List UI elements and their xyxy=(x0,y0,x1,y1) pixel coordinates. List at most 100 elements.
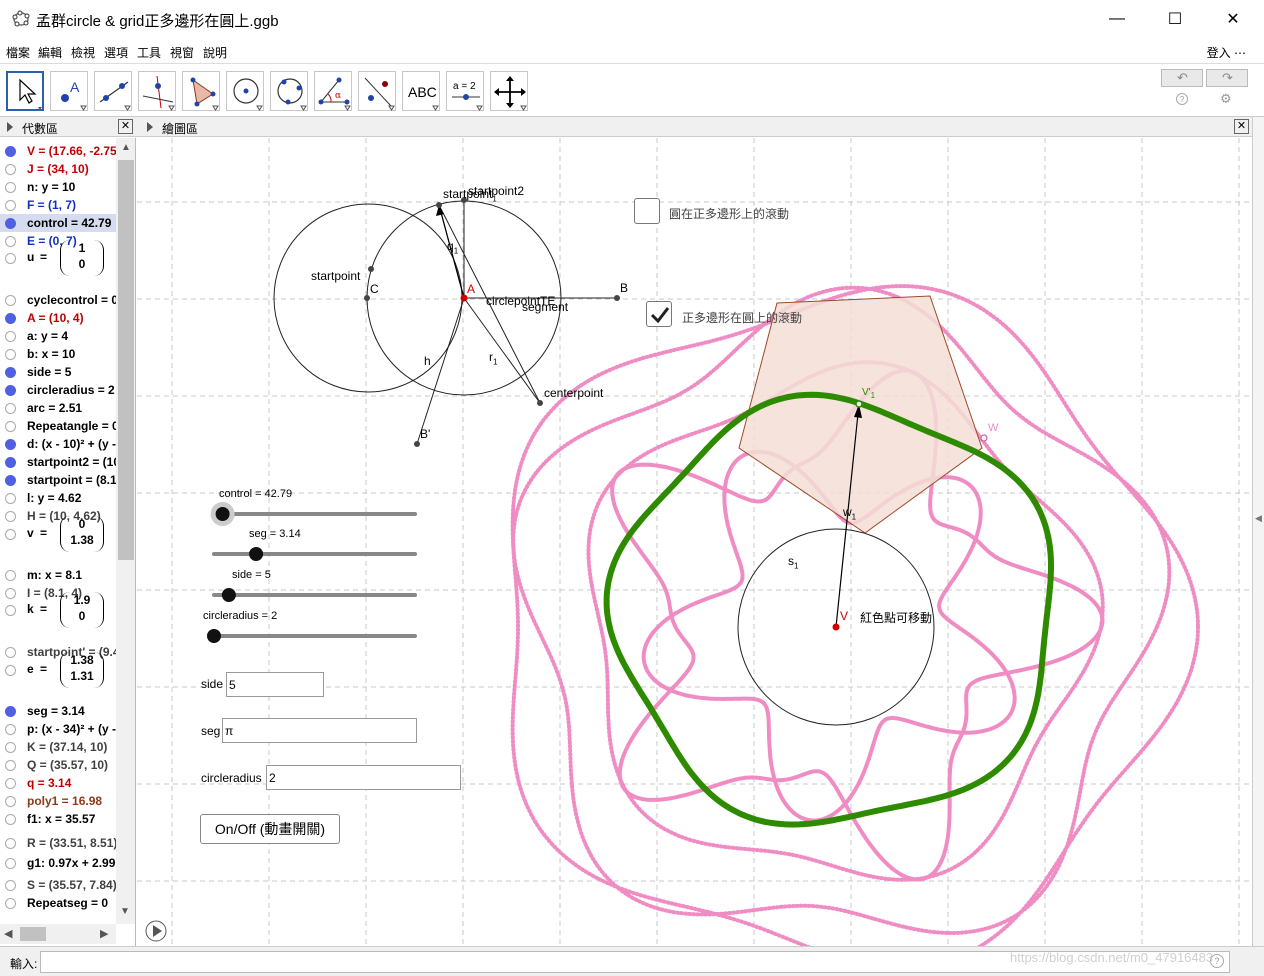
algebra-row[interactable]: startpoint = (8.1 xyxy=(0,471,116,489)
line-tool-button[interactable] xyxy=(94,71,132,111)
input-seg-field[interactable]: π xyxy=(222,718,417,743)
algebra-row[interactable]: A = (10, 4) xyxy=(0,309,116,327)
algebra-row[interactable]: n: y = 10 xyxy=(0,178,116,196)
algebra-row[interactable]: cyclecontrol = 0 xyxy=(0,291,116,309)
input-side-field[interactable]: 5 xyxy=(226,672,324,697)
visibility-toggle-icon[interactable] xyxy=(5,723,16,735)
scrollbar-thumb[interactable] xyxy=(118,160,134,560)
algebra-row[interactable]: arc = 2.51 xyxy=(0,399,116,417)
visibility-toggle-icon[interactable] xyxy=(5,366,16,378)
algebra-row[interactable]: f1: x = 35.57 xyxy=(0,810,116,828)
close-graphics-panel-button[interactable]: ✕ xyxy=(1234,119,1249,134)
circle-three-points-tool-button[interactable] xyxy=(270,71,308,111)
visibility-toggle-icon[interactable] xyxy=(5,456,16,468)
visibility-toggle-icon[interactable] xyxy=(5,795,16,807)
point-V[interactable] xyxy=(832,623,840,631)
algebra-row[interactable]: Repeatseg = 0 xyxy=(0,894,116,912)
point-B-prime[interactable] xyxy=(414,441,420,447)
visibility-toggle-icon[interactable] xyxy=(5,528,16,540)
algebra-row[interactable]: m: x = 8.1 xyxy=(0,566,116,584)
algebra-row[interactable]: p: (x - 34)² + (y - xyxy=(0,720,116,738)
checkbox-polygon-on-circle[interactable] xyxy=(646,301,672,327)
visibility-toggle-icon[interactable] xyxy=(5,897,16,909)
menu-window[interactable]: 視窗 xyxy=(170,44,194,61)
visibility-toggle-icon[interactable] xyxy=(5,857,16,869)
gear-icon[interactable]: ⚙ xyxy=(1220,91,1232,107)
scroll-right-icon[interactable]: ▶ xyxy=(100,927,108,940)
undo-button[interactable]: ↶ xyxy=(1161,69,1203,87)
scrollbar-thumb[interactable] xyxy=(20,927,46,941)
algebra-row[interactable]: g1: 0.97x + 2.99 xyxy=(0,854,116,872)
expand-triangle-icon[interactable] xyxy=(7,122,13,132)
algebra-row[interactable]: Repeatangle = 0 xyxy=(0,417,116,435)
login-link[interactable]: 登入 ⋯ xyxy=(1207,44,1246,61)
visibility-toggle-icon[interactable] xyxy=(5,777,16,789)
segment-h[interactable] xyxy=(416,297,465,445)
point-startpoint[interactable] xyxy=(368,266,374,272)
visibility-toggle-icon[interactable] xyxy=(5,474,16,486)
algebra-row[interactable]: u = 1 0 xyxy=(0,240,116,276)
visibility-toggle-icon[interactable] xyxy=(5,420,16,432)
visibility-toggle-icon[interactable] xyxy=(5,348,16,360)
visibility-toggle-icon[interactable] xyxy=(5,330,16,342)
slider-tool-button[interactable]: a = 2 xyxy=(446,71,484,111)
menu-view[interactable]: 檢視 xyxy=(71,44,95,61)
visibility-toggle-icon[interactable] xyxy=(5,181,16,193)
visibility-toggle-icon[interactable] xyxy=(5,879,16,891)
algebra-row[interactable]: V = (17.66, -2.75 xyxy=(0,142,116,160)
help-icon[interactable]: ? xyxy=(1176,93,1188,105)
visibility-toggle-icon[interactable] xyxy=(5,569,16,581)
input-circleradius-field[interactable]: 2 xyxy=(266,765,461,790)
visibility-toggle-icon[interactable] xyxy=(5,813,16,825)
scroll-down-icon[interactable]: ▼ xyxy=(120,906,130,917)
algebra-row[interactable]: e = 1.38 1.31 xyxy=(0,652,116,688)
point-tool-button[interactable]: A xyxy=(50,71,88,111)
angle-tool-button[interactable]: α xyxy=(314,71,352,111)
slider-knob[interactable] xyxy=(221,588,236,602)
slider-knob[interactable] xyxy=(215,507,230,521)
visibility-toggle-icon[interactable] xyxy=(5,294,16,306)
algebra-row[interactable]: v = 0 1.38 xyxy=(0,516,116,552)
algebra-row[interactable]: k = 1.9 0 xyxy=(0,592,116,628)
algebra-vertical-scrollbar[interactable]: ▲ ▼ xyxy=(116,138,135,924)
text-tool-button[interactable]: ABC xyxy=(402,71,440,111)
graphics-view[interactable]: startpoint1 startpoint2 startpoint C A B… xyxy=(137,138,1252,946)
visibility-toggle-icon[interactable] xyxy=(5,145,16,157)
slider-knob[interactable] xyxy=(207,629,221,643)
algebra-row[interactable]: poly1 = 16.98 xyxy=(0,792,116,810)
algebra-row[interactable]: seg = 3.14 xyxy=(0,702,116,720)
close-button[interactable]: ✕ xyxy=(1204,0,1262,38)
algebra-row[interactable]: S = (35.57, 7.84) xyxy=(0,876,116,894)
algebra-row[interactable]: J = (34, 10) xyxy=(0,160,116,178)
minimize-button[interactable]: — xyxy=(1088,0,1146,38)
reflect-tool-button[interactable] xyxy=(358,71,396,111)
expand-side-icon[interactable]: ◀ xyxy=(1255,513,1262,524)
close-algebra-panel-button[interactable]: ✕ xyxy=(118,119,133,134)
expand-triangle-icon[interactable] xyxy=(147,122,153,132)
visibility-toggle-icon[interactable] xyxy=(5,759,16,771)
visibility-toggle-icon[interactable] xyxy=(5,163,16,175)
algebra-row[interactable]: d: (x - 10)² + (y - xyxy=(0,435,116,453)
point-V-prime[interactable] xyxy=(855,400,863,408)
scroll-up-icon[interactable]: ▲ xyxy=(121,142,131,153)
algebra-row[interactable]: b: x = 10 xyxy=(0,345,116,363)
visibility-toggle-icon[interactable] xyxy=(5,384,16,396)
algebra-row[interactable]: R = (33.51, 8.51) xyxy=(0,834,116,852)
algebra-row[interactable]: F = (1, 7) xyxy=(0,196,116,214)
point-startpoint1[interactable] xyxy=(436,202,442,208)
point-W[interactable] xyxy=(980,434,988,442)
visibility-toggle-icon[interactable] xyxy=(5,492,16,504)
algebra-row[interactable]: circleradius = 2 xyxy=(0,381,116,399)
visibility-toggle-icon[interactable] xyxy=(5,604,16,616)
animation-toggle-button[interactable]: On/Off (動畫開關) xyxy=(200,814,340,844)
algebra-horizontal-scrollbar[interactable]: ◀ ▶ xyxy=(0,924,116,944)
visibility-toggle-icon[interactable] xyxy=(5,705,16,717)
menu-edit[interactable]: 編輯 xyxy=(38,44,62,61)
polygon-tool-button[interactable] xyxy=(182,71,220,111)
visibility-toggle-icon[interactable] xyxy=(5,217,16,229)
point-B[interactable] xyxy=(614,295,620,301)
algebra-row[interactable]: startpoint2 = (10 xyxy=(0,453,116,471)
visibility-toggle-icon[interactable] xyxy=(5,402,16,414)
scroll-left-icon[interactable]: ◀ xyxy=(4,927,12,940)
algebra-row[interactable]: side = 5 xyxy=(0,363,116,381)
